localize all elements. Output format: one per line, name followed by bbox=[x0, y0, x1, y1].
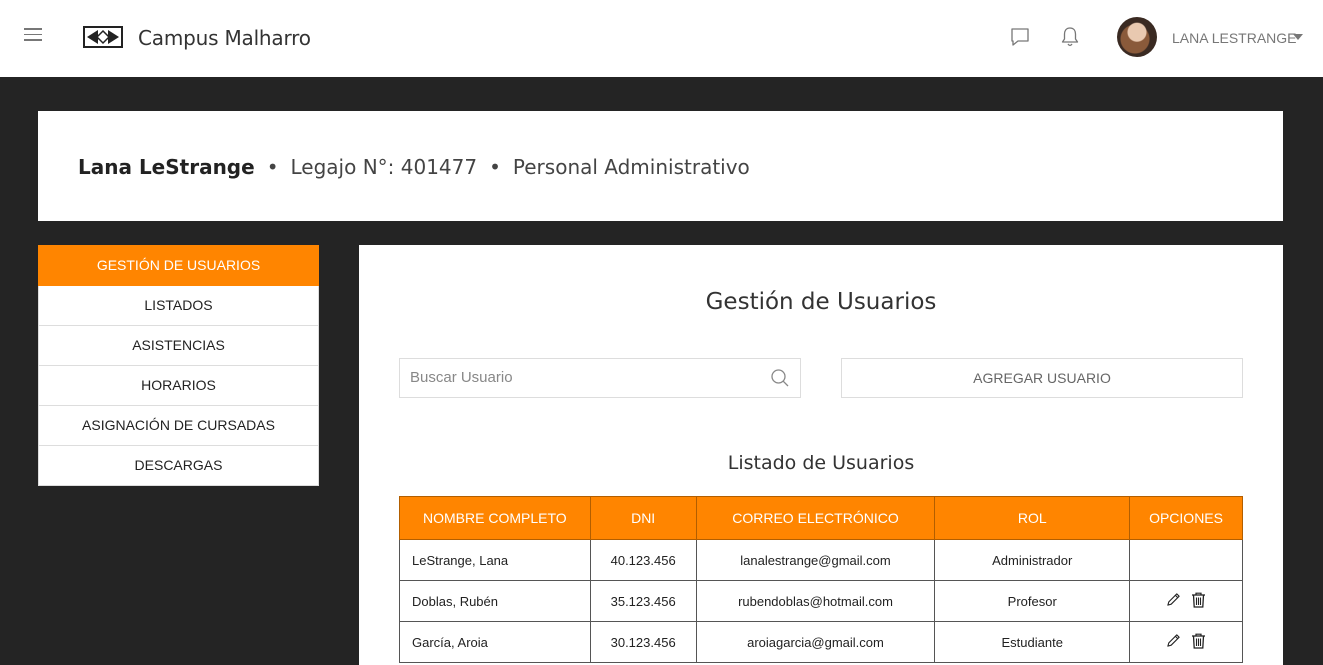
menu-icon[interactable] bbox=[24, 28, 42, 44]
separator: • bbox=[266, 155, 279, 179]
top-bar: Campus Malharro LANA LESTRANGE bbox=[0, 0, 1323, 77]
sidebar-item-descargas[interactable]: DESCARGAS bbox=[38, 446, 319, 486]
pencil-icon[interactable] bbox=[1166, 633, 1181, 648]
sidebar: GESTIÓN DE USUARIOS LISTADOS ASISTENCIAS… bbox=[38, 245, 319, 486]
column-header-nombre[interactable]: NOMBRE COMPLETO bbox=[399, 496, 591, 540]
profile-card: Lana LeStrange • Legajo N°: 401477 • Persona… bbox=[38, 111, 1283, 221]
avatar[interactable] bbox=[1117, 17, 1157, 57]
cell-name: LeStrange, Lana bbox=[399, 539, 591, 581]
search-icon[interactable] bbox=[770, 368, 790, 388]
page-title: Gestión de Usuarios bbox=[705, 289, 937, 315]
cell-options bbox=[1129, 580, 1243, 622]
sidebar-item-horarios[interactable]: HORARIOS bbox=[38, 366, 319, 406]
cell-dni: 40.123.456 bbox=[589, 539, 697, 581]
cell-email: lanalestrange@gmail.com bbox=[695, 539, 936, 581]
cell-options bbox=[1129, 621, 1243, 663]
chat-icon[interactable] bbox=[1010, 27, 1030, 47]
sidebar-item-gestion-usuarios[interactable]: GESTIÓN DE USUARIOS bbox=[38, 245, 319, 286]
cell-email: rubendoblas@hotmail.com bbox=[695, 580, 936, 622]
profile-role: Personal Administrativo bbox=[512, 155, 750, 179]
table-header-row: NOMBRE COMPLETO DNI CORREO ELECTRÓNICO R… bbox=[399, 496, 1243, 540]
profile-summary: Lana LeStrange • Legajo N°: 401477 • Persona… bbox=[78, 155, 750, 179]
search-box bbox=[399, 358, 801, 398]
table-row: García, Aroia 30.123.456 aroiagarcia@gma… bbox=[399, 621, 1243, 663]
column-header-correo[interactable]: CORREO ELECTRÓNICO bbox=[695, 496, 936, 540]
cell-role: Profesor bbox=[934, 580, 1131, 622]
cell-role: Administrador bbox=[934, 539, 1131, 581]
cell-options bbox=[1129, 539, 1243, 581]
trash-icon[interactable] bbox=[1191, 633, 1206, 649]
list-title: Listado de Usuarios bbox=[727, 452, 915, 474]
separator: • bbox=[489, 155, 501, 179]
cell-name: García, Aroia bbox=[399, 621, 591, 663]
add-user-button[interactable]: AGREGAR USUARIO bbox=[841, 358, 1243, 398]
main-panel: Gestión de Usuarios AGREGAR USUARIO List… bbox=[359, 245, 1283, 665]
sidebar-item-asistencias[interactable]: ASISTENCIAS bbox=[38, 326, 319, 366]
cell-dni: 30.123.456 bbox=[589, 621, 697, 663]
trash-icon[interactable] bbox=[1191, 592, 1206, 608]
profile-legajo: Legajo N°: 401477 bbox=[290, 155, 478, 179]
column-header-dni[interactable]: DNI bbox=[589, 496, 697, 540]
search-input[interactable] bbox=[400, 359, 760, 395]
app-title[interactable]: Campus Malharro bbox=[138, 26, 311, 50]
sidebar-item-listados[interactable]: LISTADOS bbox=[38, 286, 319, 326]
cell-dni: 35.123.456 bbox=[589, 580, 697, 622]
table-row: Doblas, Rubén 35.123.456 rubendoblas@hot… bbox=[399, 580, 1243, 622]
pencil-icon[interactable] bbox=[1166, 592, 1181, 607]
column-header-opciones: OPCIONES bbox=[1129, 496, 1243, 540]
cell-name: Doblas, Rubén bbox=[399, 580, 591, 622]
chevron-down-icon[interactable] bbox=[1293, 34, 1303, 40]
users-table: NOMBRE COMPLETO DNI CORREO ELECTRÓNICO R… bbox=[399, 496, 1243, 663]
bell-icon[interactable] bbox=[1060, 26, 1080, 48]
table-row: LeStrange, Lana 40.123.456 lanalestrange… bbox=[399, 539, 1243, 581]
cell-email: aroiagarcia@gmail.com bbox=[695, 621, 936, 663]
profile-name: Lana LeStrange bbox=[78, 155, 255, 179]
user-name[interactable]: LANA LESTRANGE bbox=[1172, 30, 1297, 46]
cell-role: Estudiante bbox=[934, 621, 1131, 663]
logo-icon[interactable] bbox=[83, 26, 123, 48]
sidebar-item-asignacion-cursadas[interactable]: ASIGNACIÓN DE CURSADAS bbox=[38, 406, 319, 446]
column-header-rol[interactable]: ROL bbox=[934, 496, 1131, 540]
